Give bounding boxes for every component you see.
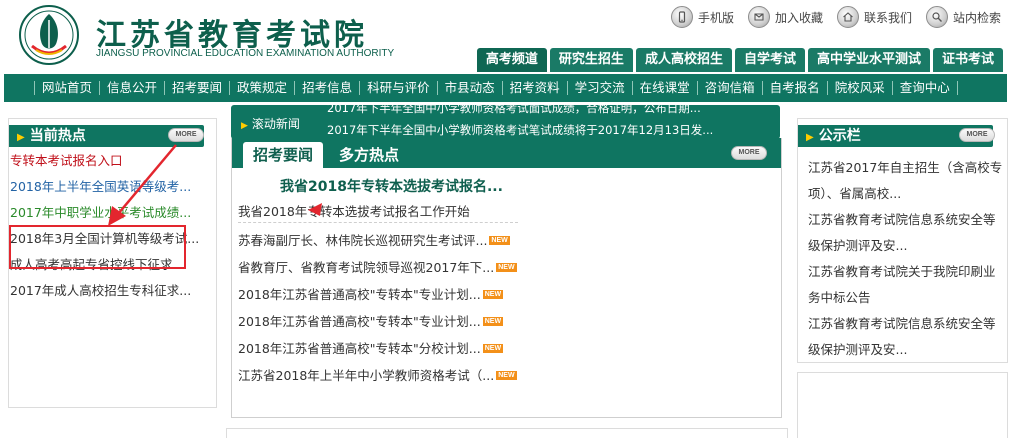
news-more-button[interactable]: MORE [731, 146, 767, 160]
site-header: 江苏省教育考试院 JIANGSU PROVINCIAL EDUCATION EX… [0, 0, 1011, 76]
site-subtitle: JIANGSU PROVINCIAL EDUCATION EXAMINATION… [96, 48, 395, 59]
mobile-link[interactable]: 手机版 [670, 6, 734, 28]
new-badge: NEW [489, 236, 510, 245]
tab-graduate[interactable]: 研究生招生 [549, 48, 633, 72]
news-item-text: 省教育厅、省教育考试院领导巡视2017年下... [238, 260, 495, 275]
news-item[interactable]: 2018年江苏省普通高校"专转本"专业计划... NEW [238, 308, 778, 335]
ticker-item[interactable]: 2017年下半年全国中小学教师资格考试面试成绩，合格证明，公布日期... [327, 105, 701, 115]
headline-link[interactable]: 我省2018年专转本选拔考试报名... [280, 176, 503, 196]
tab-self-study[interactable]: 自学考试 [734, 48, 805, 72]
site-search-link[interactable]: 站内检索 [925, 6, 1001, 28]
nav-item-local[interactable]: 市县动态 [436, 81, 502, 95]
news-list: 我省2018年专转本选拔考试报名工作开始 苏春海副厅长、林伟院长巡视研究生考试评… [238, 200, 778, 389]
news-item-text: 苏春海副厅长、林伟院长巡视研究生考试评... [238, 233, 488, 248]
bookmark-icon [747, 6, 770, 28]
search-icon [925, 6, 948, 28]
home-icon [836, 6, 859, 28]
bookmark-link-label: 加入收藏 [774, 10, 823, 25]
nav-item-self-exam-signup[interactable]: 自考报名 [761, 81, 827, 95]
notice-title-text: 公示栏 [818, 128, 861, 144]
news-item[interactable]: 我省2018年专转本选拔考试报名工作开始 [238, 200, 518, 223]
lower-content-box [226, 428, 788, 438]
tab-admission-news[interactable]: 招考要闻 [243, 142, 324, 168]
tab-adult[interactable]: 成人高校招生 [635, 48, 732, 72]
notice-more-button[interactable]: MORE [959, 128, 995, 142]
notice-list: 江苏省2017年自主招生（含高校专项）、省属高校... 江苏省教育考试院信息系统… [808, 155, 1004, 363]
news-box: 招考要闻 多方热点 MORE 我省2018年专转本选拔考试报名... 我省201… [231, 138, 782, 418]
nav-item-colleges[interactable]: 院校风采 [826, 81, 892, 95]
site-search-link-label: 站内检索 [952, 10, 1001, 25]
news-item[interactable]: 江苏省2018年上半年中小学教师资格考试（... NEW [238, 362, 778, 389]
hot-item[interactable]: 2018年上半年全国英语等级考... [10, 174, 205, 200]
tab-multi-hot[interactable]: 多方热点 [329, 142, 409, 168]
news-item-text: 2018年江苏省普通高校"专转本"专业计划... [238, 314, 481, 329]
ticker-item[interactable]: 2017年下半年全国中小学教师资格考试笔试成绩将于2017年12月13日发... [327, 123, 713, 137]
nav-item-admission[interactable]: 招考信息 [294, 81, 359, 95]
news-item-text: 2018年江苏省普通高校"专转本"分校计划... [238, 341, 481, 356]
new-badge: NEW [496, 371, 517, 380]
top-links: 手机版 加入收藏 联系我们 站内检索 [670, 6, 1001, 28]
scrolling-news-label-text: 滚动新闻 [251, 117, 300, 131]
contact-link[interactable]: 联系我们 [836, 6, 912, 28]
news-item[interactable]: 2018年江苏省普通高校"专转本"专业计划... NEW [238, 281, 778, 308]
new-badge: NEW [482, 344, 504, 353]
nav-item-research[interactable]: 科研与评价 [359, 81, 437, 95]
tab-certificate[interactable]: 证书考试 [932, 48, 1003, 72]
news-tabs: 招考要闻 多方热点 MORE [232, 138, 781, 168]
hot-topics-more-button[interactable]: MORE [168, 128, 204, 142]
triangle-icon: ▶ [806, 132, 814, 143]
news-panel: ▶ 滚动新闻 2017年下半年全国中小学教师资格考试面试成绩，合格证明，公布日期.… [231, 102, 782, 418]
hot-topics-title-text: 当前热点 [29, 128, 86, 144]
annotation-highlight-box [9, 225, 186, 269]
hot-item[interactable]: 2017年成人高校招生专科征求... [10, 278, 205, 304]
notice-panel: ▶ 公示栏 MORE 江苏省2017年自主招生（含高校专项）、省属高校... 江苏… [797, 118, 1008, 363]
new-badge: NEW [482, 290, 504, 299]
main-nav: 网站首页 信息公开 招考要闻 政策规定 招考信息 科研与评价 市县动态 招考资料… [4, 74, 1007, 102]
mobile-link-label: 手机版 [697, 10, 734, 25]
bookmark-link[interactable]: 加入收藏 [747, 6, 823, 28]
notice-item[interactable]: 江苏省2017年自主招生（含高校专项）、省属高校... [808, 155, 1004, 207]
nav-item-info[interactable]: 信息公开 [99, 81, 164, 95]
nav-item-home[interactable]: 网站首页 [34, 81, 99, 95]
scrolling-news-label: ▶ 滚动新闻 [241, 115, 300, 132]
news-item[interactable]: 苏春海副厅长、林伟院长巡视研究生考试评... NEW [238, 227, 778, 254]
news-ticker: 2017年下半年全国中小学教师资格考试面试成绩，合格证明，公布日期... 201… [327, 105, 767, 139]
nav-item-exchange[interactable]: 学习交流 [566, 81, 632, 95]
notice-item[interactable]: 江苏省教育考试院信息系统安全等级保护测评及安... [808, 311, 1004, 363]
hot-topics-title: ▶ 当前热点 [17, 126, 86, 148]
news-item-text: 我省2018年专转本选拔考试报名工作开始 [238, 203, 470, 219]
logo-emblem-icon[interactable] [18, 4, 80, 66]
mobile-icon [670, 6, 693, 28]
nav-item-query[interactable]: 查询中心 [891, 81, 958, 95]
nav-item-news[interactable]: 招考要闻 [164, 81, 229, 95]
nav-item-online-class[interactable]: 在线课堂 [631, 81, 697, 95]
tab-academic-test[interactable]: 高中学业水平测试 [807, 48, 930, 72]
news-item[interactable]: 2018年江苏省普通高校"专转本"分校计划... NEW [238, 335, 778, 362]
new-badge: NEW [482, 317, 504, 326]
nav-item-materials[interactable]: 招考资料 [501, 81, 567, 95]
hot-item[interactable]: 专转本考试报名入口 [10, 148, 205, 174]
nav-item-mailbox[interactable]: 咨询信箱 [696, 81, 762, 95]
notice-title: ▶ 公示栏 [806, 126, 861, 148]
notice-item[interactable]: 江苏省教育考试院关于我院印刷业务中标公告 [808, 259, 1004, 311]
news-item-text: 江苏省2018年上半年中小学教师资格考试（... [238, 368, 495, 383]
triangle-icon: ▶ [241, 121, 248, 131]
notice-item[interactable]: 江苏省教育考试院信息系统安全等级保护测评及安... [808, 207, 1004, 259]
channel-tabs: 高考频道 研究生招生 成人高校招生 自学考试 高中学业水平测试 证书考试 [476, 48, 1003, 72]
contact-link-label: 联系我们 [863, 10, 912, 25]
scrolling-news-bar: ▶ 滚动新闻 2017年下半年全国中小学教师资格考试面试成绩，合格证明，公布日期.… [231, 105, 780, 139]
nav-item-policy[interactable]: 政策规定 [229, 81, 294, 95]
hot-item[interactable]: 2017年中职学业水平考试成绩... [10, 200, 205, 226]
new-badge: NEW [496, 263, 517, 272]
tab-gaokao[interactable]: 高考频道 [476, 48, 547, 72]
news-item-text: 2018年江苏省普通高校"专转本"专业计划... [238, 287, 481, 302]
triangle-icon: ▶ [17, 132, 25, 143]
secondary-right-panel [797, 372, 1008, 438]
news-item[interactable]: 省教育厅、省教育考试院领导巡视2017年下... NEW [238, 254, 778, 281]
notice-header: ▶ 公示栏 MORE [798, 119, 1007, 153]
